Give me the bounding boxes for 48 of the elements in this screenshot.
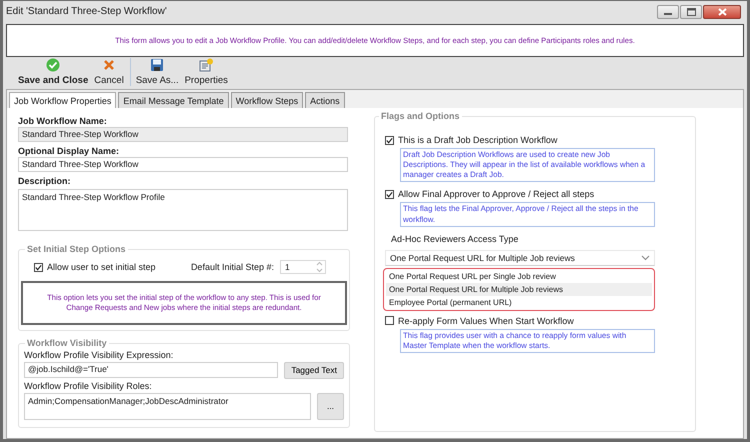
toolbar-button[interactable]: Cancel bbox=[91, 58, 127, 86]
checkbox-label: This is a Draft Job Description Workflow bbox=[398, 135, 558, 145]
close-icon bbox=[718, 8, 726, 16]
group-title: Workflow Visibility bbox=[25, 338, 109, 348]
close-button[interactable] bbox=[703, 4, 741, 18]
minimize-button[interactable] bbox=[657, 4, 679, 18]
tab[interactable]: Actions bbox=[305, 92, 345, 108]
field-label: Workflow Profile Visibility Expression: bbox=[24, 350, 174, 360]
checkbox[interactable] bbox=[385, 136, 394, 144]
cross-icon bbox=[102, 58, 116, 72]
description-field[interactable]: Standard Three-Step Workflow Profile bbox=[18, 189, 348, 231]
tab[interactable]: Email Message Template bbox=[118, 92, 229, 108]
field-value: 1 bbox=[285, 262, 290, 272]
toolbar-button[interactable]: Properties bbox=[182, 58, 231, 86]
checkbox-label: Re-apply Form Values When Start Workflow bbox=[398, 316, 574, 326]
checkbox-label: Allow user to set initial step bbox=[47, 262, 156, 272]
field-label: Ad-Hoc Reviewers Access Type bbox=[391, 234, 520, 244]
tab[interactable]: Job Workflow Properties bbox=[9, 92, 116, 108]
field-label: Job Workflow Name: bbox=[18, 116, 108, 126]
roles-field[interactable]: Admin;CompensationManager;JobDescAdministrator bbox=[24, 392, 311, 420]
toolbar-button[interactable]: Save As... bbox=[130, 58, 182, 86]
step-number-field[interactable]: 1 bbox=[280, 260, 326, 274]
field-label: Description: bbox=[18, 176, 72, 186]
field-label: Workflow Profile Visibility Roles: bbox=[24, 380, 153, 391]
toolbar-button[interactable]: Save and Close bbox=[15, 58, 92, 86]
browse-button[interactable]: ... bbox=[317, 392, 344, 420]
checkbox[interactable] bbox=[385, 190, 394, 199]
dropdown[interactable]: One Portal Request URL for Multiple Job reviews bbox=[385, 250, 655, 266]
group-title: Flags and Options bbox=[379, 111, 462, 121]
window-title: Edit 'Standard Three-Step Workflow' bbox=[6, 6, 167, 17]
group-title: Set Initial Step Options bbox=[25, 244, 128, 254]
display-name-field[interactable]: Standard Three-Step Workflow bbox=[18, 157, 348, 172]
dropdown-option[interactable]: One Portal Request URL for Multiple Job reviews bbox=[386, 282, 652, 296]
dropdown-option[interactable]: One Portal Request URL per Single Job review bbox=[386, 270, 652, 283]
field-label: Optional Display Name: bbox=[18, 146, 120, 156]
checkbox-label: Allow Final Approver to Approve / Reject all steps bbox=[398, 189, 594, 200]
tagged-text-button[interactable]: Tagged Text bbox=[284, 362, 344, 379]
tab[interactable]: Workflow Steps bbox=[230, 92, 304, 108]
checkbox[interactable] bbox=[34, 262, 43, 272]
maximize-button[interactable] bbox=[680, 4, 702, 18]
dropdown-option[interactable]: Employee Portal (permanent URL) bbox=[386, 296, 652, 309]
field-label: Default Initial Step #: bbox=[190, 262, 274, 272]
checkbox[interactable] bbox=[385, 316, 394, 326]
expression-field[interactable]: @job.Ischild@='True' bbox=[24, 362, 278, 378]
name-field[interactable]: Standard Three-Step Workflow bbox=[18, 127, 348, 142]
maximize-icon bbox=[686, 8, 696, 16]
chevron-down-icon bbox=[641, 254, 650, 261]
dropdown-value: One Portal Request URL for Multiple Job reviews bbox=[390, 252, 575, 263]
